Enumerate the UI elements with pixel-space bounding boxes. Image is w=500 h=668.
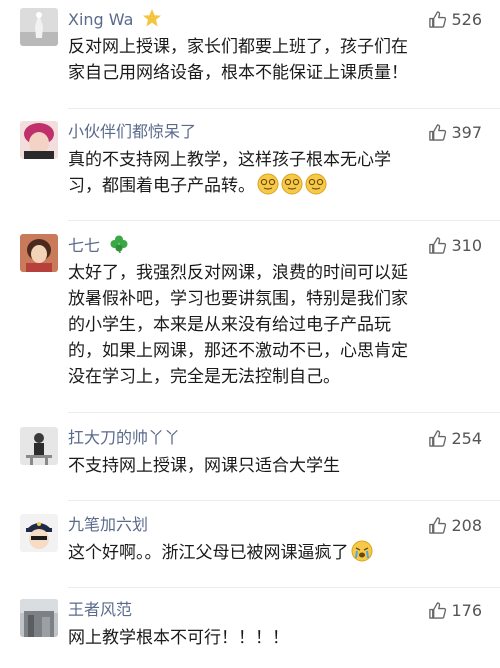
- username-text: 七七: [68, 236, 101, 255]
- username-text: 扛大刀的帅丫丫: [68, 428, 181, 447]
- comment-text: 真的不支持网上教学，这样孩子根本无心学 习，都围着电子产品转。: [68, 147, 486, 203]
- avatar[interactable]: [20, 8, 58, 46]
- comment-text: 反对网上授课，家长们都要上班了，孩子们在 家自己用网络设备，根本不能保证上课质量…: [68, 37, 408, 83]
- avatar[interactable]: [20, 121, 58, 159]
- username[interactable]: 扛大刀的帅丫丫: [68, 427, 180, 449]
- comment-text: 太好了，我强烈反对网课，浪费的时间可以延 放暑假补吧，学习也要讲氛围，特别是我们…: [68, 263, 408, 387]
- thumbs-up-icon: [429, 236, 447, 254]
- avatar[interactable]: [20, 234, 58, 272]
- like-button[interactable]: 397: [428, 121, 482, 143]
- username-text: Xing Wa: [68, 10, 134, 29]
- divider: [68, 500, 500, 501]
- avatar-image: [20, 427, 58, 465]
- comment-text: 这个好啊。。浙江父母已被网课逼疯了: [68, 540, 486, 570]
- like-button[interactable]: 526: [428, 8, 482, 30]
- dizzy-face-emoji: [305, 173, 327, 203]
- comment-text-body: 真的不支持网上教学，这样孩子根本无心学 习，都围着电子产品转。: [68, 150, 391, 196]
- like-button[interactable]: 310: [428, 234, 482, 256]
- username[interactable]: 九笔加六划: [68, 514, 148, 536]
- like-count: 397: [451, 122, 482, 142]
- avatar[interactable]: [20, 427, 58, 465]
- comment-text: 不支持网上授课，网课只适合大学生: [68, 456, 340, 476]
- like-button[interactable]: 176: [428, 599, 482, 621]
- thumbs-up-icon: [429, 601, 447, 619]
- avatar-image: [20, 599, 58, 637]
- username[interactable]: Xing Wa: [68, 8, 162, 34]
- star-badge-icon: [142, 8, 162, 34]
- like-button[interactable]: 208: [428, 514, 482, 536]
- divider: [68, 587, 500, 588]
- thumbs-up-icon: [429, 10, 447, 28]
- avatar[interactable]: [20, 514, 58, 552]
- username-text: 王者风范: [68, 600, 133, 619]
- divider: [68, 108, 500, 109]
- thumbs-up-icon: [429, 516, 447, 534]
- like-count: 310: [451, 235, 482, 255]
- username[interactable]: 王者风范: [68, 599, 132, 621]
- comment-feed: Xing Wa 526 反对网上授课，家长们都要上班了，孩子们在 家自己用网络设…: [0, 0, 500, 668]
- divider: [68, 220, 500, 221]
- divider: [68, 412, 500, 413]
- avatar-image: [20, 121, 58, 159]
- avatar-image: [20, 8, 58, 46]
- crying-face-emoji: [351, 540, 373, 570]
- username[interactable]: 七七: [68, 234, 129, 260]
- comment-text-body: 这个好啊。。浙江父母已被网课逼疯了: [68, 543, 349, 563]
- like-count: 254: [451, 428, 482, 448]
- like-count: 526: [451, 9, 482, 29]
- dizzy-face-emoji: [281, 173, 303, 203]
- avatar-image: [20, 514, 58, 552]
- avatar[interactable]: [20, 599, 58, 637]
- thumbs-up-icon: [429, 123, 447, 141]
- like-count: 208: [451, 515, 482, 535]
- avatar-image: [20, 234, 58, 272]
- like-count: 176: [451, 600, 482, 620]
- username-text: 小伙伴们都惊呆了: [68, 122, 197, 141]
- comment-text: 网上教学根本不可行！！！！: [68, 628, 289, 648]
- thumbs-up-icon: [429, 429, 447, 447]
- dizzy-face-emoji: [257, 173, 279, 203]
- like-button[interactable]: 254: [428, 427, 482, 449]
- username[interactable]: 小伙伴们都惊呆了: [68, 121, 196, 143]
- clover-icon: [109, 234, 129, 260]
- username-text: 九笔加六划: [68, 515, 149, 534]
